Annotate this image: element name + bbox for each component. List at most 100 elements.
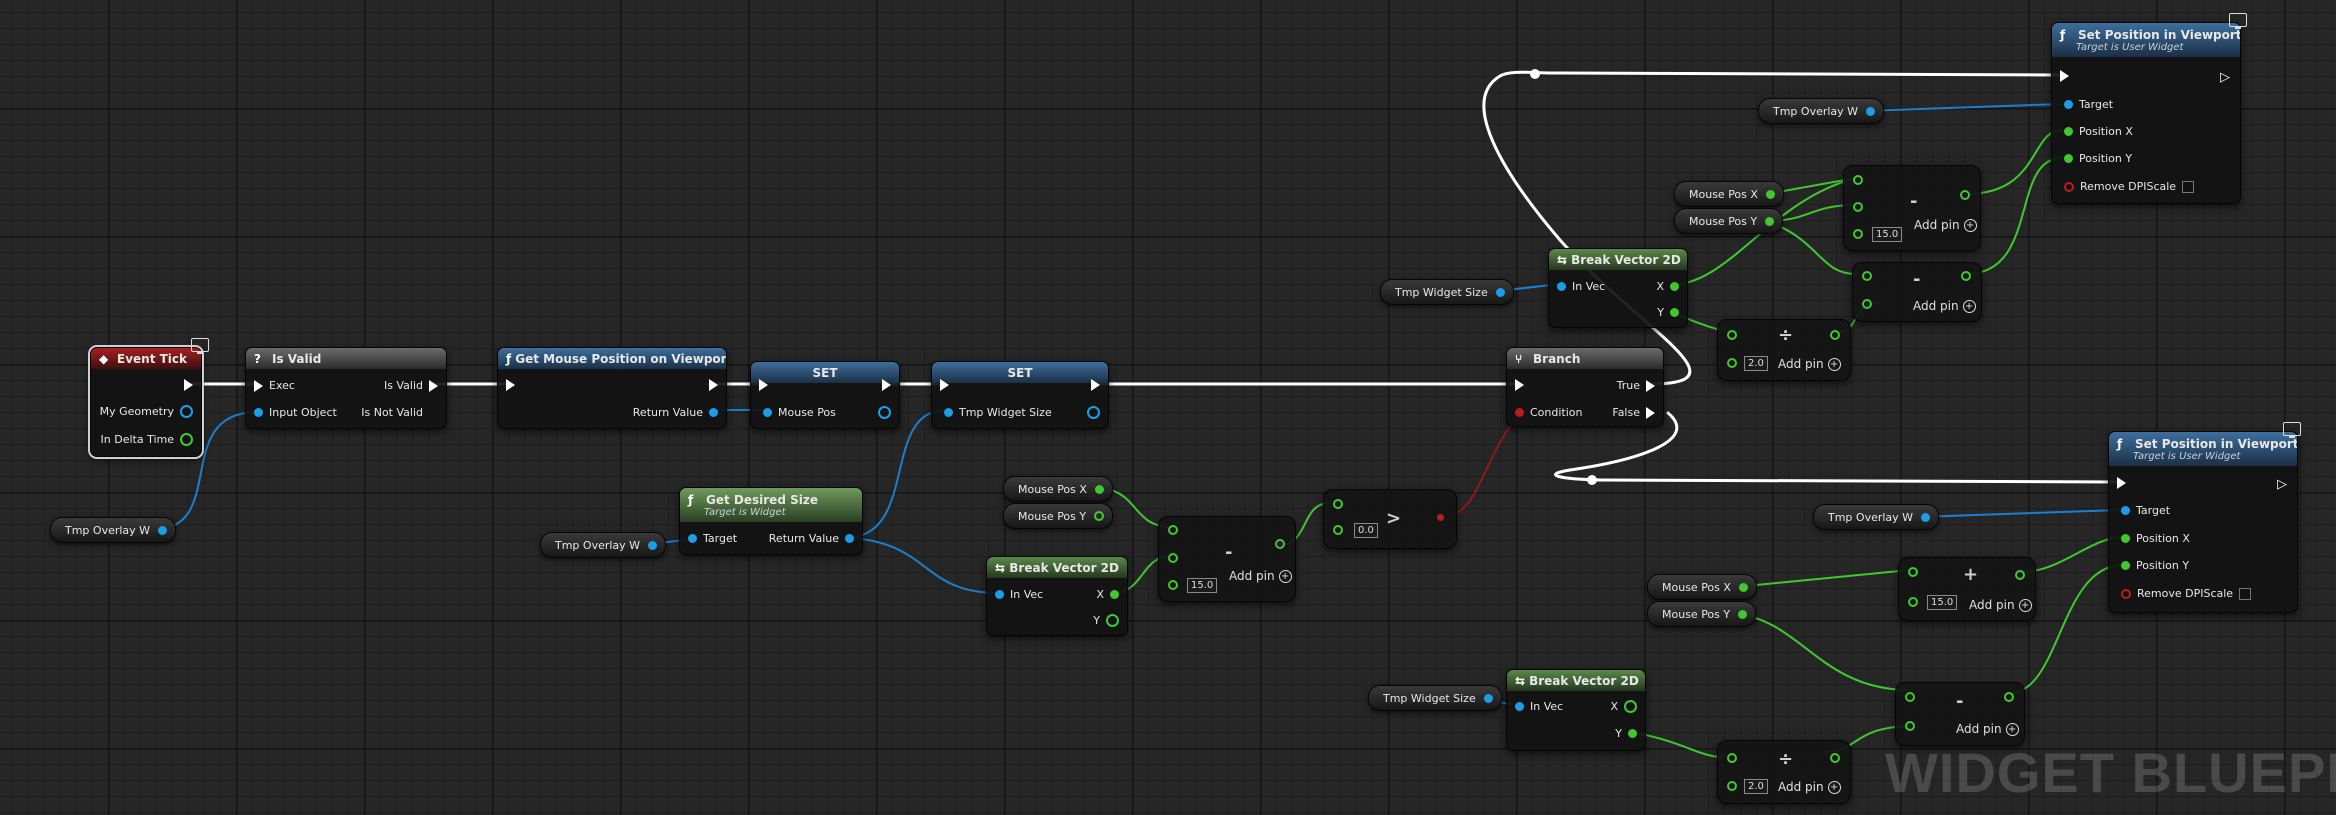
output-pin[interactable] bbox=[2004, 692, 2014, 702]
variable-tmp-widget-size[interactable]: Tmp Widget Size bbox=[1368, 685, 1502, 711]
output-pin[interactable] bbox=[1275, 539, 1285, 549]
variable-mouse-pos-x[interactable]: Mouse Pos X bbox=[1003, 476, 1113, 502]
y-pin[interactable]: Y bbox=[1657, 306, 1679, 319]
input-pin[interactable] bbox=[1333, 525, 1343, 535]
target-pin[interactable]: Target bbox=[2121, 504, 2170, 517]
exec-out-pin[interactable] bbox=[1091, 379, 1100, 391]
input-pin[interactable] bbox=[1905, 721, 1915, 731]
input-pin[interactable] bbox=[1727, 753, 1737, 763]
is-not-valid-pin[interactable]: Is Not Valid bbox=[361, 406, 438, 419]
variable-mouse-pos-x[interactable]: Mouse Pos X bbox=[1674, 181, 1784, 207]
add-pin-button[interactable]: Add pin + bbox=[1969, 598, 2032, 612]
position-y-pin[interactable]: Position Y bbox=[2064, 152, 2132, 165]
exec-in-pin[interactable] bbox=[1515, 379, 1524, 391]
position-y-pin[interactable]: Position Y bbox=[2121, 559, 2189, 572]
remove-dpi-checkbox[interactable] bbox=[2239, 587, 2252, 600]
tmp-widget-size-out-pin[interactable] bbox=[1087, 406, 1100, 419]
position-x-pin[interactable]: Position X bbox=[2121, 532, 2190, 545]
x-pin[interactable]: X bbox=[1610, 700, 1637, 713]
set-widget-size-node[interactable]: SET Tmp Widget Size bbox=[931, 361, 1109, 429]
divide-node[interactable]: 2.0 ÷ Add pin + bbox=[1717, 319, 1851, 381]
break-vector-node[interactable]: ⇆ Break Vector 2D In Vec X Y bbox=[1506, 669, 1646, 751]
is-valid-out-pin[interactable]: Is Valid bbox=[384, 379, 438, 392]
input-pin[interactable] bbox=[1727, 358, 1737, 368]
in-vec-pin[interactable]: In Vec bbox=[1515, 700, 1563, 713]
mouse-pos-out-pin[interactable] bbox=[878, 406, 891, 419]
break-vector-node[interactable]: ⇆ Break Vector 2D In Vec X Y bbox=[1548, 248, 1688, 328]
exec-in-pin[interactable] bbox=[2060, 70, 2069, 82]
x-pin[interactable]: X bbox=[1096, 588, 1119, 601]
add-pin-button[interactable]: Add pin + bbox=[1229, 569, 1292, 583]
add-node[interactable]: 15.0 + Add pin + bbox=[1898, 557, 2036, 621]
output-pin[interactable] bbox=[2015, 570, 2025, 580]
input-pin[interactable] bbox=[1168, 525, 1178, 535]
variable-tmp-overlay-w[interactable]: Tmp Overlay W bbox=[1758, 98, 1885, 124]
divide-node[interactable]: 2.0 ÷ Add pin + bbox=[1717, 740, 1851, 804]
is-valid-node[interactable]: ? Is Valid Exec Is Valid Input Object Is… bbox=[245, 347, 447, 429]
mouse-pos-pin[interactable]: Mouse Pos bbox=[763, 406, 836, 419]
exec-out-pin[interactable] bbox=[709, 379, 718, 391]
input-pin[interactable] bbox=[1853, 202, 1863, 212]
variable-tmp-overlay-w[interactable]: Tmp Overlay W bbox=[50, 517, 177, 543]
true-pin[interactable]: True bbox=[1617, 379, 1655, 392]
y-pin[interactable]: Y bbox=[1093, 614, 1119, 627]
add-pin-button[interactable]: Add pin + bbox=[1778, 780, 1841, 794]
set-position-viewport-node[interactable]: ƒ Set Position in Viewport Target is User… bbox=[2051, 22, 2241, 204]
reroute-knot[interactable] bbox=[1530, 69, 1540, 79]
exec-out-pin[interactable]: ▷ bbox=[2205, 70, 2230, 85]
exec-in-pin[interactable] bbox=[506, 379, 515, 391]
in-vec-pin[interactable]: In Vec bbox=[995, 588, 1043, 601]
value-field[interactable]: 2.0 bbox=[1744, 779, 1768, 794]
subtract-node[interactable]: 15.0 - Add pin + bbox=[1843, 165, 1981, 251]
subtract-node[interactable]: - Add pin + bbox=[1895, 682, 2025, 746]
value-field[interactable]: 15.0 bbox=[1872, 227, 1903, 242]
get-mouse-position-node[interactable]: ƒ Get Mouse Position on Viewport Return … bbox=[497, 347, 727, 429]
input-object-pin[interactable]: Input Object bbox=[254, 406, 337, 419]
set-mouse-pos-node[interactable]: SET Mouse Pos bbox=[750, 361, 900, 429]
exec-out-pin[interactable] bbox=[882, 379, 891, 391]
remove-dpi-checkbox[interactable] bbox=[2182, 180, 2195, 193]
input-pin[interactable] bbox=[1853, 175, 1863, 185]
exec-in-pin[interactable]: Exec bbox=[254, 379, 295, 392]
variable-mouse-pos-y[interactable]: Mouse Pos Y bbox=[1674, 208, 1784, 234]
reroute-knot[interactable] bbox=[1587, 475, 1597, 485]
subtract-node[interactable]: 15.0 - Add pin + bbox=[1158, 516, 1296, 602]
my-geometry-pin[interactable]: My Geometry bbox=[100, 405, 193, 418]
input-pin[interactable] bbox=[1862, 271, 1872, 281]
variable-tmp-overlay-w[interactable]: Tmp Overlay W bbox=[1813, 504, 1940, 530]
input-pin[interactable] bbox=[1905, 692, 1915, 702]
add-pin-button[interactable]: Add pin + bbox=[1778, 357, 1841, 371]
get-desired-size-node[interactable]: ƒ Get Desired Size Target is Widget Targe… bbox=[679, 487, 863, 555]
output-pin[interactable] bbox=[1437, 514, 1444, 521]
tmp-widget-size-pin[interactable]: Tmp Widget Size bbox=[944, 406, 1052, 419]
input-pin[interactable] bbox=[1727, 781, 1737, 791]
input-pin[interactable] bbox=[1333, 499, 1343, 509]
add-pin-button[interactable]: Add pin + bbox=[1914, 218, 1977, 232]
value-field[interactable]: 15.0 bbox=[1927, 595, 1958, 610]
target-pin[interactable]: Target bbox=[2064, 98, 2113, 111]
output-pin[interactable] bbox=[1960, 190, 1970, 200]
input-pin[interactable] bbox=[1862, 299, 1872, 309]
exec-in-pin[interactable] bbox=[759, 379, 768, 391]
remove-dpi-pin[interactable]: Remove DPIScale bbox=[2121, 587, 2252, 600]
input-pin[interactable] bbox=[1727, 330, 1737, 340]
variable-mouse-pos-x[interactable]: Mouse Pos X bbox=[1647, 574, 1757, 600]
value-field[interactable]: 2.0 bbox=[1744, 356, 1768, 371]
input-pin[interactable] bbox=[1168, 580, 1178, 590]
false-pin[interactable]: False bbox=[1612, 406, 1655, 419]
event-tick-node[interactable]: ◆ Event Tick My Geometry In Delta Time bbox=[88, 345, 204, 459]
remove-dpi-pin[interactable]: Remove DPIScale bbox=[2064, 180, 2195, 193]
x-pin[interactable]: X bbox=[1656, 280, 1679, 293]
input-pin[interactable] bbox=[1853, 229, 1863, 239]
subtract-node[interactable]: - Add pin + bbox=[1852, 262, 1982, 322]
output-pin[interactable] bbox=[1830, 330, 1840, 340]
in-vec-pin[interactable]: In Vec bbox=[1557, 280, 1605, 293]
input-pin[interactable] bbox=[1908, 597, 1918, 607]
in-delta-time-pin[interactable]: In Delta Time bbox=[101, 433, 193, 446]
variable-mouse-pos-y[interactable]: Mouse Pos Y bbox=[1003, 503, 1114, 529]
y-pin[interactable]: Y bbox=[1615, 727, 1637, 740]
branch-node[interactable]: ⑂ Branch True Condition False bbox=[1506, 347, 1664, 427]
output-pin[interactable] bbox=[1961, 271, 1971, 281]
position-x-pin[interactable]: Position X bbox=[2064, 125, 2133, 138]
condition-pin[interactable]: Condition bbox=[1515, 406, 1583, 419]
